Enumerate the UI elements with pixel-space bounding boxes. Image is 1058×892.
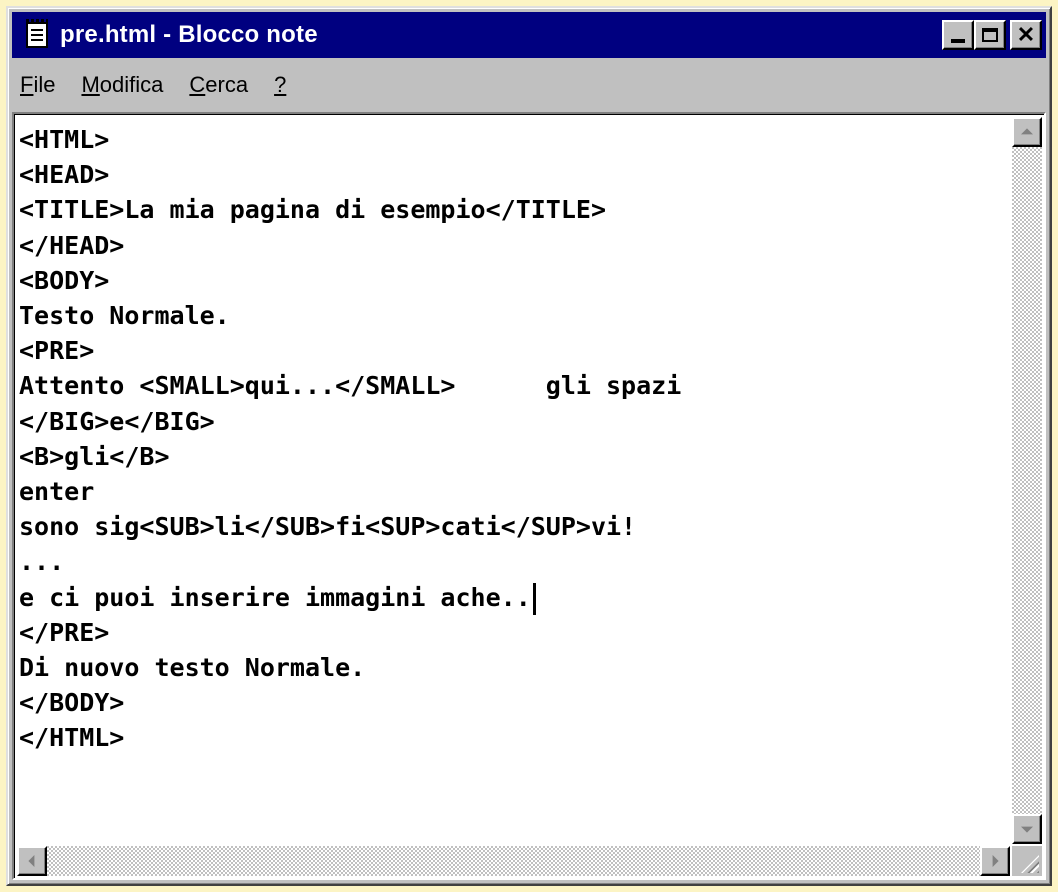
text-caret [532,582,536,615]
scroll-up-button[interactable] [1012,117,1042,147]
editor-line-with-caret: e ci puoi inserire immagini ache.. [17,580,1010,615]
window-controls: ✕ [942,20,1042,50]
editor-frame: <HTML> <HEAD> <TITLE>La mia pagina di es… [12,112,1046,880]
editor-line: <TITLE>La mia pagina di esempio</TITLE> [19,195,606,225]
menu-modifica[interactable]: Modifica [81,72,163,98]
editor-line: </HEAD> [19,230,125,260]
menu-cerca[interactable]: Cerca [189,72,248,98]
editor-line: Testo Normale. [19,301,230,331]
scroll-down-button[interactable] [1012,814,1042,844]
vertical-scrollbar[interactable] [1012,117,1042,844]
menu-help[interactable]: ? [274,72,286,98]
scroll-right-button[interactable] [980,846,1010,876]
editor-line: <HEAD> [19,160,110,190]
minimize-button[interactable] [942,20,974,50]
editor-line-text: e ci puoi inserire immagini ache.. [19,582,531,612]
editor-line: Attento <SMALL>qui...</SMALL> gli spazi [19,371,682,401]
editor-line: </PRE> [19,617,110,647]
maximize-button[interactable] [974,20,1006,50]
editor-line: enter [19,477,95,507]
editor-line: <BODY> [19,265,110,295]
arrow-up-icon [1021,128,1033,135]
arrow-right-icon [992,855,999,867]
text-editor[interactable]: <HTML> <HEAD> <TITLE>La mia pagina di es… [17,117,1010,844]
resize-grip-icon[interactable] [1012,846,1042,876]
window-title: pre.html - Blocco note [60,21,318,48]
editor-line: </BODY> [19,688,125,718]
editor-line: sono sig<SUB>li</SUB>fi<SUP>cati</SUP>vi… [19,512,637,542]
editor-line: <PRE> [19,336,95,366]
scroll-left-button[interactable] [17,846,47,876]
minimize-icon [951,39,965,43]
editor-lines: <HTML> <HEAD> <TITLE>La mia pagina di es… [17,117,1010,756]
arrow-down-icon [1021,826,1033,833]
menu-bar: File Modifica Cerca ? [12,62,1046,108]
editor-line: <HTML> [19,125,110,154]
editor-line: ... [19,547,65,577]
notepad-icon[interactable] [26,19,48,48]
editor-line: Di nuovo testo Normale. [19,653,366,683]
editor-line: </BIG>e</BIG> [19,406,215,436]
editor-line: </HTML> [19,723,125,753]
maximize-icon [982,28,998,42]
notepad-window: pre.html - Blocco note ✕ File Modifica C… [6,6,1052,886]
horizontal-scrollbar[interactable] [17,846,1010,876]
editor-line: <B>gli</B> [19,441,170,471]
arrow-left-icon [28,855,35,867]
close-button[interactable]: ✕ [1010,20,1042,50]
title-bar[interactable]: pre.html - Blocco note ✕ [12,12,1046,58]
menu-file[interactable]: File [20,72,55,98]
close-icon: ✕ [1016,22,1036,47]
